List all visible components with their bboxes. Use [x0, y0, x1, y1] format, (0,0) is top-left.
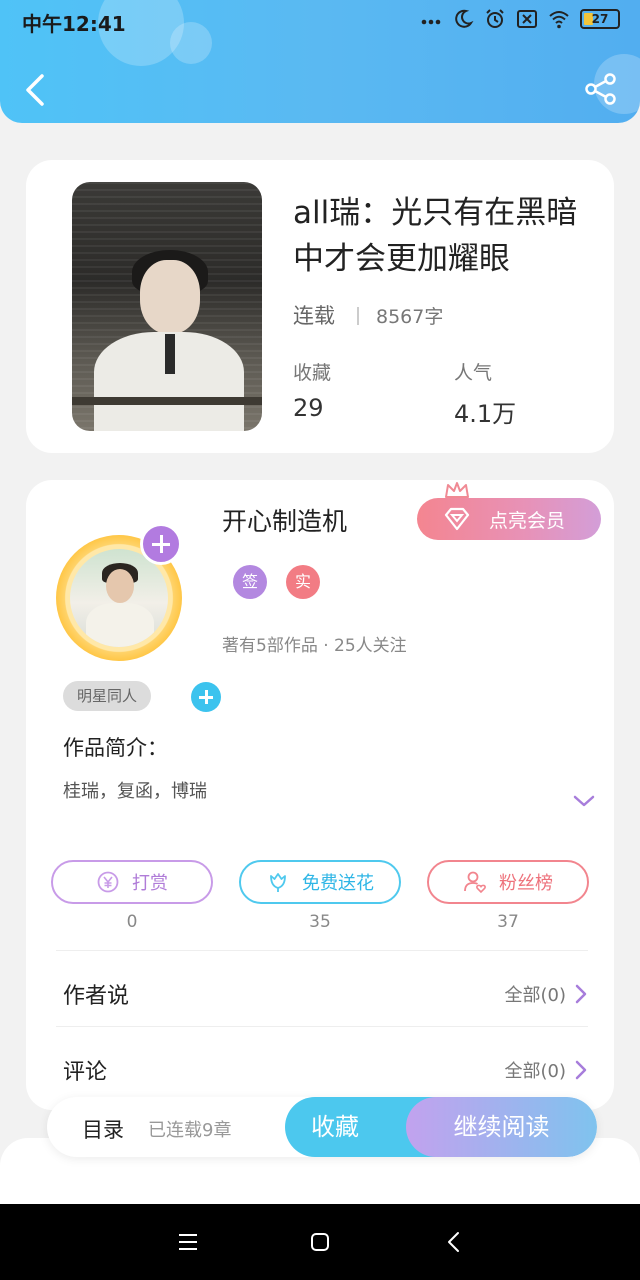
bottom-action-bar: 目录 已连载9章 收藏 继续阅读	[47, 1097, 597, 1157]
comments-all-label: 全部(0)	[504, 1061, 567, 1082]
divider	[56, 950, 588, 951]
alarm-icon	[486, 9, 504, 28]
book-cover[interactable]	[72, 182, 262, 431]
tip-count: 0	[126, 912, 138, 932]
fan-count: 37	[497, 912, 519, 932]
system-navbar	[0, 1204, 640, 1280]
back-icon[interactable]	[442, 1230, 466, 1254]
moon-icon	[455, 9, 474, 28]
tip-button[interactable]: 打赏	[51, 860, 213, 904]
battery-level: 27	[591, 12, 609, 26]
continue-reading-button[interactable]: 继续阅读	[406, 1097, 597, 1157]
chevron-right-icon	[575, 1060, 587, 1080]
status-icons: 27	[420, 8, 620, 30]
book-info-card: all瑞：光只有在黑暗中才会更加耀眼 连载 8567字 收藏 29 人气 4.1…	[26, 160, 614, 453]
diamond-icon	[444, 507, 470, 531]
send-flower-label: 免费送花	[302, 873, 374, 894]
fan-ranking-button[interactable]: 粉丝榜	[427, 860, 589, 904]
back-chevron-icon[interactable]	[20, 70, 52, 110]
divider	[56, 1026, 588, 1027]
add-tag-button[interactable]	[191, 682, 221, 712]
favorites-value: 29	[293, 394, 324, 422]
user-heart-icon	[464, 871, 486, 894]
favorites-label: 收藏	[293, 362, 332, 384]
battery-icon: 27	[580, 9, 620, 29]
share-icon[interactable]	[584, 72, 618, 106]
yen-coin-icon	[97, 871, 119, 893]
chevron-right-icon	[575, 984, 587, 1004]
genre-tag[interactable]: 明星同人	[63, 681, 152, 711]
fan-ranking-label: 粉丝榜	[499, 873, 553, 894]
author-says-all-label: 全部(0)	[504, 985, 567, 1006]
home-icon[interactable]	[308, 1230, 332, 1254]
verified-badge: 实	[286, 565, 320, 599]
wifi-icon	[549, 11, 569, 29]
book-status: 连载	[293, 304, 335, 328]
status-time: 中午12:41	[22, 12, 126, 36]
flower-icon	[270, 873, 286, 892]
intro-title: 作品简介：	[63, 736, 168, 760]
decorative-bubble	[170, 22, 212, 64]
toc-button[interactable]: 目录	[82, 1114, 124, 1144]
author-meta: 著有5部作品 · 25人关注	[222, 636, 407, 656]
no-sim-icon	[517, 10, 537, 28]
comments-all-link[interactable]: 全部(0)	[505, 1057, 589, 1083]
book-title: all瑞：光只有在黑暗中才会更加耀眼	[293, 195, 578, 277]
chapter-progress: 已连载9章	[148, 1120, 232, 1141]
author-says-all-link[interactable]: 全部(0)	[505, 981, 589, 1007]
popularity-value: 4.1万	[454, 400, 517, 428]
send-flower-button[interactable]: 免费送花	[239, 860, 401, 904]
comments-title: 评论	[63, 1060, 108, 1085]
author-card: 开心制造机 点亮会员 签 实 著有5部作品 · 25人关注 明星同人 作品简介：…	[26, 480, 614, 1110]
signed-badge: 签	[233, 565, 267, 599]
author-says-title: 作者说	[63, 984, 130, 1009]
follow-plus-button[interactable]	[140, 523, 182, 565]
vip-button-label: 点亮会员	[489, 509, 566, 532]
divider	[357, 307, 359, 325]
header: 中午12:41 27	[0, 0, 640, 123]
chevron-down-icon[interactable]	[572, 792, 596, 810]
vip-button[interactable]: 点亮会员	[417, 498, 601, 540]
intro-text: 桂瑞，复函，博瑞	[63, 781, 207, 802]
word-count: 8567字	[376, 306, 444, 328]
tip-label: 打赏	[132, 873, 168, 894]
more-dots-icon	[421, 19, 441, 25]
popularity-label: 人气	[454, 362, 493, 384]
menu-icon[interactable]	[176, 1230, 200, 1254]
crown-icon	[445, 482, 469, 498]
flower-count: 35	[309, 912, 331, 932]
author-name[interactable]: 开心制造机	[222, 502, 347, 538]
